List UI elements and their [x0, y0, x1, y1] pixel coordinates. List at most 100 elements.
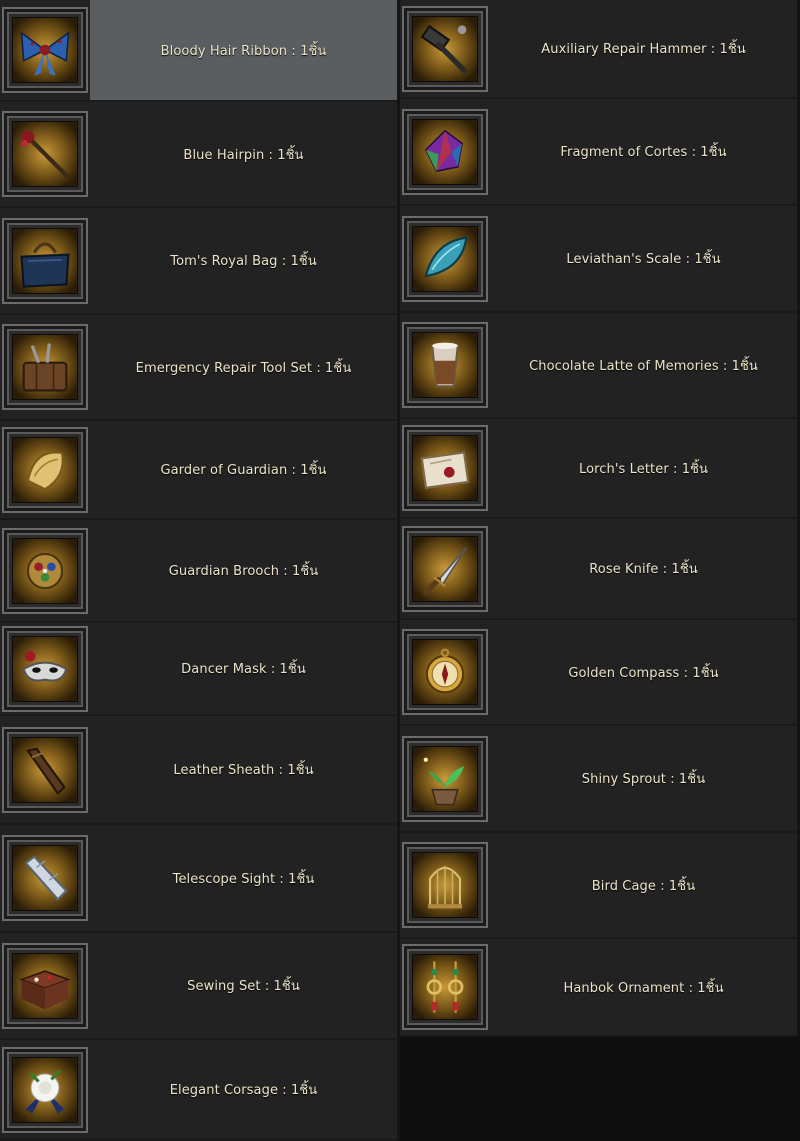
item-label: Blue Hairpin : 1ชิ้น [183, 147, 304, 163]
item-label: Leviathan's Scale : 1ชิ้น [566, 252, 721, 267]
item-label-cell: Tom's Royal Bag : 1ชิ้น [90, 208, 397, 313]
latte-icon [412, 332, 478, 398]
item-icon-frame [2, 324, 88, 410]
item-row-leviathans-scale[interactable]: Leviathan's Scale : 1ชิ้น [400, 206, 797, 313]
ornament-icon [412, 954, 478, 1020]
corsage-icon [12, 1056, 78, 1123]
item-label-cell: Bird Cage : 1ชิ้น [490, 833, 797, 937]
item-icon-frame [2, 111, 88, 197]
item-label-cell: Hanbok Ornament : 1ชิ้น [490, 939, 797, 1035]
item-label-cell: Guardian Brooch : 1ชิ้น [90, 520, 397, 621]
item-label-cell: Fragment of Cortes : 1ชิ้น [490, 99, 797, 204]
right-item-column: Auxiliary Repair Hammer : 1ชิ้น Fragment… [400, 0, 797, 1141]
hairpin-icon [12, 121, 78, 187]
item-label-cell: Emergency Repair Tool Set : 1ชิ้น [90, 315, 397, 419]
item-label: Bird Cage : 1ชิ้น [591, 878, 696, 894]
item-icon-frame [2, 527, 88, 614]
sheath-icon [12, 736, 78, 803]
item-label-cell: Blue Hairpin : 1ชิ้น [90, 102, 397, 206]
bird-cage-icon [412, 852, 478, 918]
brooch-icon [12, 537, 78, 604]
item-icon-frame [2, 426, 88, 513]
item-label: Auxiliary Repair Hammer : 1ชิ้น [541, 42, 746, 57]
item-label: Emergency Repair Tool Set : 1ชิ้น [135, 360, 352, 376]
item-icon-frame [2, 217, 88, 304]
item-label: Lorch's Letter : 1ชิ้น [578, 461, 709, 477]
item-icon-frame [2, 625, 88, 712]
item-row-fragment-of-cortes[interactable]: Fragment of Cortes : 1ชิ้น [400, 99, 797, 206]
item-row-telescope-sight[interactable]: Telescope Sight : 1ชิ้น [0, 825, 397, 933]
item-label-cell: Golden Compass : 1ชิ้น [490, 620, 797, 724]
item-row-guardian-brooch[interactable]: Guardian Brooch : 1ชิ้น [0, 520, 397, 623]
item-row-shiny-sprout[interactable]: Shiny Sprout : 1ชิ้น [400, 726, 797, 833]
item-row-chocolate-latte-of-memories[interactable]: Chocolate Latte of Memories : 1ชิ้น [400, 313, 797, 419]
sewing-box-icon [12, 952, 78, 1019]
item-label: Telescope Sight : 1ชิ้น [172, 871, 315, 887]
item-row-lorchs-letter[interactable]: Lorch's Letter : 1ชิ้น [400, 419, 797, 519]
item-row-elegant-corsage[interactable]: Elegant Corsage : 1ชิ้น [0, 1040, 397, 1141]
item-label: Fragment of Cortes : 1ชิ้น [560, 145, 727, 160]
item-label: Bloody Hair Ribbon : 1ชิ้น [160, 43, 327, 59]
item-label-cell: Chocolate Latte of Memories : 1ชิ้น [490, 313, 797, 417]
item-label: Dancer Mask : 1ชิ้น [181, 662, 306, 677]
item-label: Golden Compass : 1ชิ้น [568, 665, 719, 681]
item-icon-frame [2, 7, 88, 93]
item-icon-frame [402, 5, 488, 92]
item-label-cell: Elegant Corsage : 1ชิ้น [90, 1040, 397, 1139]
item-label: Guardian Brooch : 1ชิ้น [168, 564, 319, 579]
item-row-blue-hairpin[interactable]: Blue Hairpin : 1ชิ้น [0, 102, 397, 208]
item-icon-frame [2, 1046, 88, 1133]
scale-icon [412, 225, 478, 292]
item-row-auxiliary-repair-hammer[interactable]: Auxiliary Repair Hammer : 1ชิ้น [400, 0, 797, 99]
item-icon-frame [2, 942, 88, 1029]
item-label-cell: Leviathan's Scale : 1ชิ้น [490, 206, 797, 311]
item-icon-frame [2, 835, 88, 921]
item-label-cell: Garder of Guardian : 1ชิ้น [90, 421, 397, 518]
item-row-emergency-repair-tool-set[interactable]: Emergency Repair Tool Set : 1ชิ้น [0, 315, 397, 421]
item-row-golden-compass[interactable]: Golden Compass : 1ชิ้น [400, 620, 797, 726]
empty-slot-area [400, 1037, 800, 1141]
crystal-icon [412, 118, 478, 185]
item-label: Elegant Corsage : 1ชิ้น [169, 1083, 318, 1098]
item-icon-frame [402, 525, 488, 612]
item-label-cell: Auxiliary Repair Hammer : 1ชิ้น [490, 0, 797, 97]
item-row-toms-royal-bag[interactable]: Tom's Royal Bag : 1ชิ้น [0, 208, 397, 315]
item-label-cell: Leather Sheath : 1ชิ้น [90, 716, 397, 823]
item-row-bird-cage[interactable]: Bird Cage : 1ชิ้น [400, 833, 797, 939]
knife-icon [412, 535, 478, 602]
item-row-sewing-set[interactable]: Sewing Set : 1ชิ้น [0, 933, 397, 1040]
item-label: Leather Sheath : 1ชิ้น [173, 763, 314, 778]
letter-icon [412, 435, 478, 501]
garder-icon [12, 436, 78, 503]
item-row-leather-sheath[interactable]: Leather Sheath : 1ชิ้น [0, 716, 397, 825]
tool-set-icon [12, 334, 78, 400]
item-icon-frame [402, 425, 488, 511]
item-label-cell: Dancer Mask : 1ชิ้น [90, 623, 397, 714]
item-icon-frame [402, 215, 488, 302]
item-row-rose-knife[interactable]: Rose Knife : 1ชิ้น [400, 519, 797, 620]
item-label: Shiny Sprout : 1ชิ้น [581, 772, 706, 787]
item-label: Rose Knife : 1ชิ้น [589, 562, 698, 577]
item-row-bloody-hair-ribbon[interactable]: Bloody Hair Ribbon : 1ชิ้น [0, 0, 397, 102]
telescope-icon [12, 845, 78, 911]
hammer-icon [412, 15, 478, 82]
left-item-column: Bloody Hair Ribbon : 1ชิ้น Blue Hairpin … [0, 0, 397, 1141]
item-icon-frame [402, 629, 488, 715]
item-icon-frame [402, 842, 488, 928]
item-icon-frame [402, 735, 488, 822]
item-icon-frame [2, 726, 88, 813]
sprout-icon [412, 745, 478, 812]
bag-icon [12, 227, 78, 294]
item-label: Hanbok Ornament : 1ชิ้น [563, 980, 724, 996]
ribbon-icon [12, 17, 78, 83]
item-label: Chocolate Latte of Memories : 1ชิ้น [529, 358, 758, 374]
compass-icon [412, 639, 478, 705]
item-row-hanbok-ornament[interactable]: Hanbok Ornament : 1ชิ้น [400, 939, 797, 1037]
item-label: Sewing Set : 1ชิ้น [187, 979, 300, 994]
mask-icon [12, 635, 78, 702]
item-label: Garder of Guardian : 1ชิ้น [160, 463, 327, 478]
item-icon-frame [402, 944, 488, 1030]
item-row-garder-of-guardian[interactable]: Garder of Guardian : 1ชิ้น [0, 421, 397, 520]
item-label-cell: Rose Knife : 1ชิ้น [490, 519, 797, 618]
item-row-dancer-mask[interactable]: Dancer Mask : 1ชิ้น [0, 623, 397, 716]
